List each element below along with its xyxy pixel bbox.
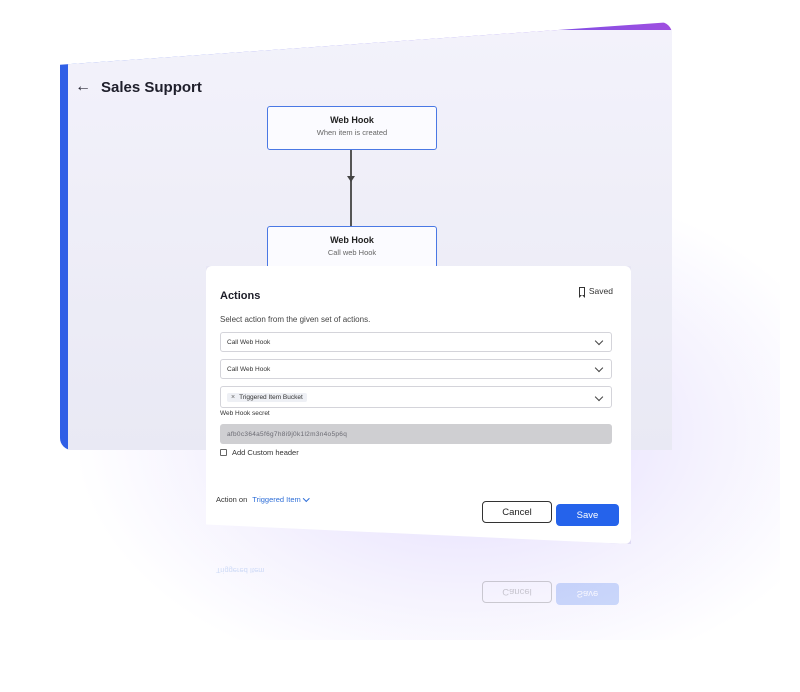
action-on-reflection: Triggered Item <box>216 566 265 575</box>
instruction-text: Select action from the given set of acti… <box>220 315 371 324</box>
save-button[interactable]: Save <box>556 504 619 526</box>
action-on-value: Triggered Item <box>252 495 301 504</box>
chevron-down-icon <box>302 495 310 502</box>
cancel-button[interactable]: Cancel <box>482 501 552 523</box>
page-header: ← Sales Support <box>75 78 202 96</box>
target-bucket-select[interactable]: × Triggered Item Bucket <box>220 386 612 408</box>
saved-status: Saved <box>578 286 613 298</box>
select-value: Call Web Hook <box>227 338 271 346</box>
select-value: Call Web Hook <box>227 365 271 373</box>
chevron-down-icon <box>594 336 604 346</box>
secret-label: Web Hook secret <box>220 410 270 417</box>
flow-node-action[interactable]: Web Hook Call web Hook <box>267 226 437 270</box>
bookmark-icon <box>578 287 585 298</box>
flow-node-trigger[interactable]: Web Hook When item is created <box>267 106 437 150</box>
flow-connector <box>350 150 352 228</box>
node-title: Web Hook <box>330 115 374 125</box>
chevron-down-icon <box>594 363 604 373</box>
arrow-down-icon <box>347 176 355 182</box>
custom-header-label: Add Custom header <box>232 448 299 457</box>
webhook-secret-field[interactable]: afb0c364a5f6g7h8i9j0k1l2m3n4o5p6q <box>220 424 612 444</box>
save-button-reflection: Save <box>556 583 619 605</box>
custom-header-checkbox[interactable] <box>220 449 227 456</box>
bucket-chip: × Triggered Item Bucket <box>227 392 307 402</box>
action-on-label: Action on <box>216 495 248 504</box>
action-on-value-reflection: Triggered Item <box>216 566 265 575</box>
action-type-select[interactable]: Call Web Hook <box>220 332 612 352</box>
node-title: Web Hook <box>330 235 374 245</box>
actions-panel: Actions Saved Select action from the giv… <box>206 266 631 544</box>
cancel-button-reflection: Cancel <box>482 581 552 603</box>
custom-header-option[interactable]: Add Custom header <box>220 448 299 457</box>
action-on-dropdown[interactable]: Triggered Item <box>252 495 310 504</box>
panel-reflection: Save Cancel Triggered Item <box>206 545 631 605</box>
chip-label: Triggered Item Bucket <box>239 393 303 401</box>
remove-chip-icon[interactable]: × <box>231 394 235 401</box>
page-title: Sales Support <box>101 78 202 96</box>
node-subtitle: When item is created <box>316 128 388 137</box>
action-select[interactable]: Call Web Hook <box>220 359 612 379</box>
saved-label: Saved <box>588 286 613 296</box>
back-arrow-icon[interactable]: ← <box>75 78 91 96</box>
node-subtitle: Call web Hook <box>327 248 377 257</box>
panel-title: Actions <box>220 290 261 302</box>
chevron-down-icon <box>594 392 604 402</box>
action-on-row: Action on Triggered Item <box>216 495 310 504</box>
